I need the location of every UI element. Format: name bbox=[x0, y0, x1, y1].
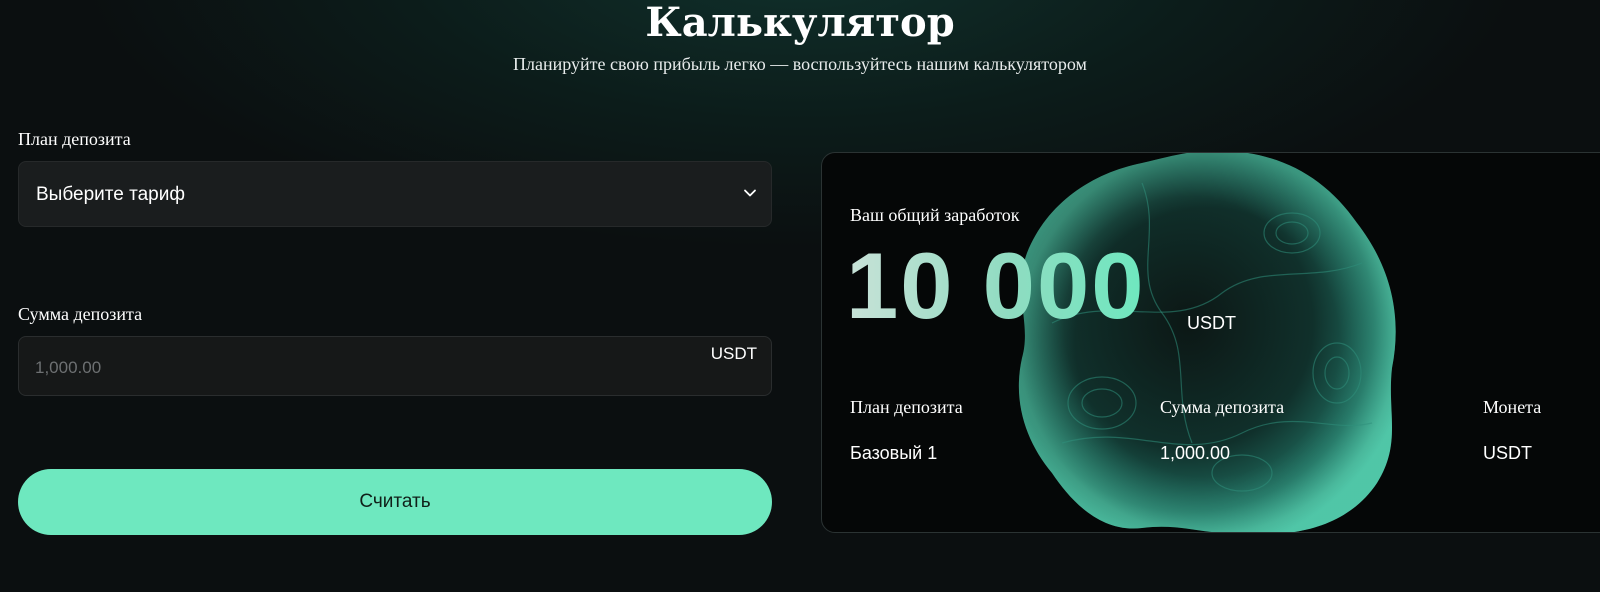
result-card: Ваш общий заработок 10 000 USDT План деп… bbox=[821, 152, 1600, 533]
summary-amount-value: 1,000.00 bbox=[1160, 443, 1231, 463]
total-earnings-unit: USDT bbox=[1187, 313, 1236, 333]
amount-unit: USDT bbox=[710, 344, 757, 363]
summary-amount-header: Сумма депозита bbox=[1160, 397, 1285, 417]
summary-plan-header: План депозита bbox=[850, 397, 963, 417]
summary-coin-value: USDT bbox=[1483, 443, 1532, 463]
plan-select[interactable]: Выберите тариф bbox=[18, 161, 772, 227]
total-earnings-label: Ваш общий заработок bbox=[850, 205, 1020, 225]
abstract-sphere-graphic bbox=[1018, 153, 1396, 532]
amount-field: USDT bbox=[18, 336, 772, 396]
page-title: Калькулятор bbox=[645, 0, 955, 46]
summary-coin-header: Монета bbox=[1483, 397, 1542, 417]
summary-plan-value: Базовый 1 bbox=[850, 443, 938, 463]
amount-label: Сумма депозита bbox=[18, 304, 143, 324]
amount-input[interactable] bbox=[33, 354, 677, 382]
total-earnings-value: 10 000 bbox=[846, 231, 1146, 341]
plan-select-value: Выберите тариф bbox=[36, 184, 185, 205]
page-subtitle: Планируйте свою прибыль легко — воспольз… bbox=[513, 54, 1087, 74]
chevron-down-icon bbox=[744, 189, 756, 197]
calculate-button[interactable]: Считать bbox=[18, 469, 772, 535]
plan-label: План депозита bbox=[18, 129, 131, 149]
